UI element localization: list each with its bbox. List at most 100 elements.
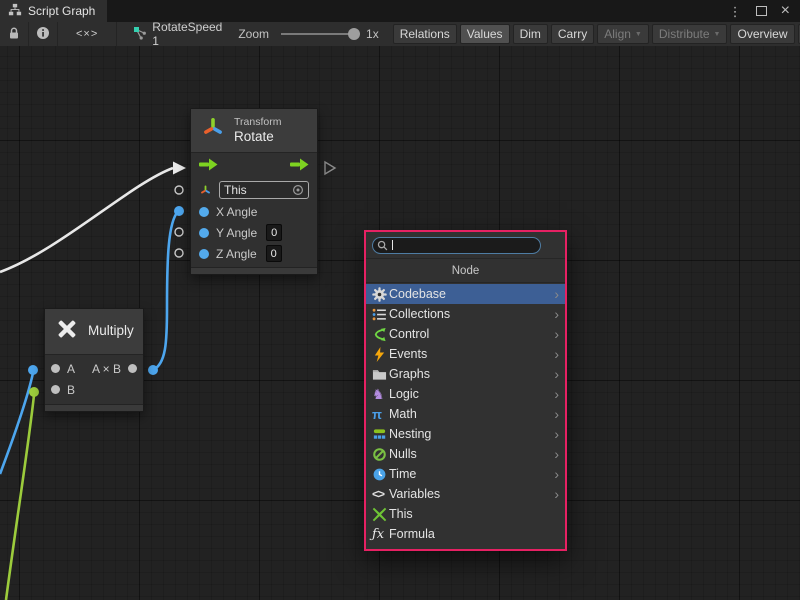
toolbar-button-relations[interactable]: Relations — [393, 24, 457, 44]
finder-search-input[interactable] — [388, 240, 536, 252]
z-angle-value-field[interactable]: 0 — [266, 245, 282, 262]
control-icon — [372, 327, 389, 342]
finder-item-math[interactable]: πMath› — [366, 404, 565, 424]
tab-script-graph[interactable]: Script Graph — [0, 0, 107, 22]
node-footer — [191, 267, 317, 274]
finder-item-control[interactable]: Control› — [366, 324, 565, 344]
events-icon — [372, 347, 389, 362]
finder-item-formula[interactable]: ƒxFormula — [366, 524, 565, 544]
toolbar-button-align[interactable]: Align▼ — [597, 24, 649, 44]
logic-icon: ♞ — [372, 387, 389, 401]
node-title: Multiply — [88, 323, 134, 339]
control-output-arrow-icon[interactable] — [290, 158, 309, 174]
z-angle-external-port-empty[interactable] — [175, 249, 183, 257]
toolbar-buttons: Relations Values Dim CarryAlign▼Distribute▼… — [393, 24, 800, 44]
graph-toolbar: <×> RotateSpeed 1 Zoom 1x RelationsValue… — [0, 22, 800, 47]
z-angle-port[interactable] — [199, 249, 209, 259]
finder-item-this[interactable]: This — [366, 504, 565, 524]
chevron-right-icon: › — [554, 427, 559, 441]
multiply-output-port[interactable] — [128, 364, 137, 373]
graph-breadcrumb[interactable]: RotateSpeed 1 — [133, 20, 222, 48]
info-icon — [36, 26, 50, 43]
finder-item-label: Formula — [389, 527, 435, 541]
toolbar-button-carry[interactable]: Carry — [551, 24, 594, 44]
wire-multiply-to-xangle[interactable] — [153, 212, 178, 371]
finder-item-collections[interactable]: Collections› — [366, 304, 565, 324]
chevron-right-icon: › — [554, 467, 559, 481]
finder-item-label: Logic — [389, 387, 419, 401]
finder-item-codebase[interactable]: Codebase› — [366, 284, 565, 304]
y-angle-value-field[interactable]: 0 — [266, 224, 282, 241]
window-menu-icon[interactable]: ⋮ — [729, 5, 742, 18]
y-angle-port[interactable] — [199, 228, 209, 238]
this-external-port-empty[interactable] — [175, 186, 183, 194]
wire-into-multiply-b[interactable] — [6, 395, 34, 600]
node-multiply[interactable]: Multiply A A × B B — [44, 308, 144, 412]
toolbar-button-dim[interactable]: Dim — [513, 24, 548, 44]
finder-item-label: Math — [389, 407, 417, 421]
finder-item-label: Events — [389, 347, 427, 361]
graph-tree-icon — [8, 3, 22, 20]
finder-item-label: Variables — [389, 487, 440, 501]
node-transform-rotate[interactable]: Transform Rotate This — [190, 108, 318, 275]
x-angle-external-port-connected[interactable] — [174, 206, 184, 216]
this-icon — [372, 507, 389, 522]
zoom-slider-handle[interactable] — [348, 28, 360, 40]
object-picker-icon[interactable] — [292, 184, 304, 196]
finder-item-graphs[interactable]: Graphs› — [366, 364, 565, 384]
transform-axes-mini-icon[interactable] — [199, 184, 212, 197]
chevron-right-icon: › — [554, 387, 559, 401]
multiply-a-label: A — [67, 362, 75, 376]
window-close-icon[interactable]: × — [781, 3, 790, 19]
lock-button[interactable] — [0, 22, 29, 46]
wire-control-flow[interactable] — [0, 168, 173, 272]
this-object-field[interactable]: This — [219, 181, 309, 199]
multiply-b-port[interactable] — [51, 385, 60, 394]
script-graph-asset-icon — [133, 26, 147, 43]
code-view-icon: <×> — [76, 28, 98, 40]
this-field-value: This — [224, 183, 247, 197]
finder-item-events[interactable]: Events› — [366, 344, 565, 364]
info-button[interactable] — [29, 22, 58, 46]
control-input-arrow-icon[interactable] — [199, 158, 218, 174]
control-output-external-port-empty[interactable] — [325, 162, 335, 174]
chevron-right-icon: › — [554, 447, 559, 461]
toolbar-button-label: Relations — [400, 27, 450, 41]
finder-item-time[interactable]: Time› — [366, 464, 565, 484]
math-icon: π — [372, 408, 389, 421]
finder-item-logic[interactable]: ♞Logic › — [366, 384, 565, 404]
finder-item-nulls[interactable]: Nulls › — [366, 444, 565, 464]
variables-icon: <> — [372, 488, 389, 500]
collections-icon — [372, 307, 389, 322]
dropdown-arrow-icon: ▼ — [714, 31, 721, 38]
finder-item-variables[interactable]: <>Variables› — [366, 484, 565, 504]
toolbar-button-label: Dim — [520, 27, 541, 41]
toolbar-button-overview[interactable]: Overview — [730, 24, 794, 44]
code-view-button[interactable]: <×> — [58, 22, 117, 46]
finder-item-label: This — [389, 507, 413, 521]
zoom-slider[interactable] — [281, 33, 356, 35]
chevron-right-icon: › — [554, 327, 559, 341]
toolbar-button-values[interactable]: Values — [460, 24, 510, 44]
gear-icon — [372, 287, 389, 302]
finder-search-box[interactable] — [372, 237, 541, 254]
multiply-a-external-port-connected[interactable] — [28, 365, 38, 375]
toolbar-button-distribute[interactable]: Distribute▼ — [652, 24, 728, 44]
x-angle-port[interactable] — [199, 207, 209, 217]
toolbar-button-label: Values — [467, 27, 503, 41]
wire-control-arrowhead — [173, 162, 186, 175]
time-icon — [372, 467, 389, 482]
finder-item-label: Nulls — [389, 447, 417, 461]
finder-item-nesting[interactable]: Nesting› — [366, 424, 565, 444]
multiply-a-port[interactable] — [51, 364, 60, 373]
y-angle-external-port-empty[interactable] — [175, 228, 183, 236]
zoom-value: 1x — [366, 27, 379, 41]
graph-asset-label: RotateSpeed 1 — [152, 20, 222, 48]
wire-into-multiply-a[interactable] — [0, 373, 33, 474]
multiply-b-external-port-connected[interactable] — [29, 387, 39, 397]
multiply-output-external-port-connected[interactable] — [148, 365, 158, 375]
search-icon — [377, 240, 388, 251]
graph-canvas[interactable]: Transform Rotate This — [0, 46, 800, 600]
window-maximize-icon[interactable] — [756, 6, 767, 16]
finder-list: Codebase›Collections›Control›Events›Grap… — [366, 283, 565, 544]
